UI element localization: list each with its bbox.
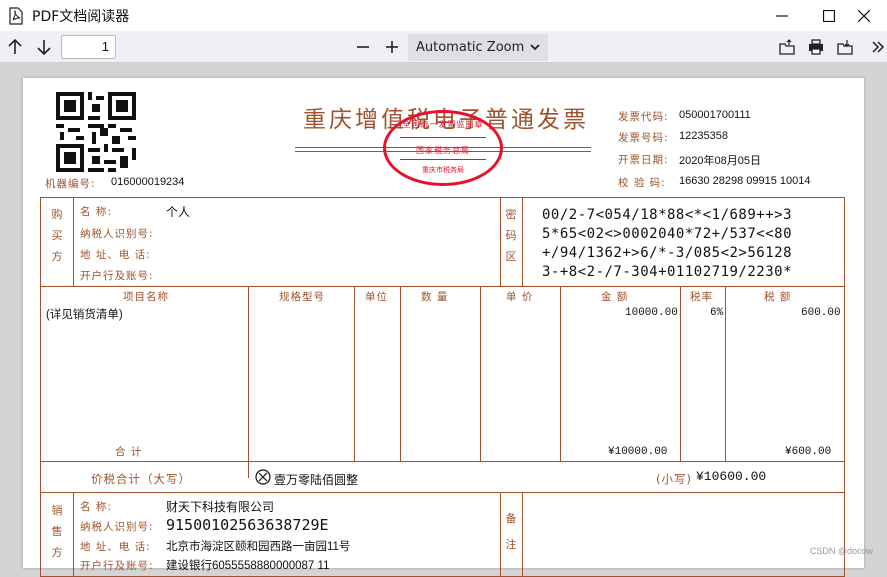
buyer-name-label: 名 称: xyxy=(80,206,112,218)
plus-icon xyxy=(386,41,398,53)
buyer-section-label: 购买方 xyxy=(51,208,63,263)
arrow-down-icon xyxy=(37,40,51,55)
previous-page-button[interactable] xyxy=(3,35,27,59)
next-page-button[interactable] xyxy=(32,35,56,59)
issue-date-label: 开票日期: xyxy=(618,154,669,166)
seller-name: 财天下科技有限公司 xyxy=(166,500,275,514)
col-amount: 金 额 xyxy=(601,291,629,303)
page-number-input[interactable]: 1 xyxy=(61,35,116,59)
printer-icon xyxy=(809,39,823,55)
invoice-number: 12235358 xyxy=(679,130,728,142)
cipher-area: 00/2-7<054/18*88<*<1/689++>3 5*65<02<>00… xyxy=(542,207,793,280)
open-file-button[interactable] xyxy=(775,35,799,59)
remark-section-label: 备注 xyxy=(505,512,517,551)
qr-code-image xyxy=(56,92,136,172)
sum-small-label: (小写) xyxy=(656,472,692,486)
watermark: CSDN @docow xyxy=(809,546,873,556)
download-icon xyxy=(837,40,853,55)
col-quantity: 数 量 xyxy=(421,291,449,303)
sum-in-words: 壹万零陆佰圆整 xyxy=(274,473,359,487)
zoom-out-button[interactable] xyxy=(351,35,375,59)
buyer-taxid-label: 纳税人识别号: xyxy=(80,228,154,240)
buyer-name: 个人 xyxy=(166,205,191,219)
machine-number-label: 机器编号: xyxy=(45,178,96,190)
zoom-select-value: Automatic Zoom xyxy=(416,40,525,55)
col-tax-amount: 税 额 xyxy=(764,291,792,303)
zoom-in-button[interactable] xyxy=(380,35,404,59)
seller-taxid: 91500102563638729E xyxy=(166,516,329,534)
total-tax: ¥600.00 xyxy=(785,446,832,458)
check-code-label: 校 验 码: xyxy=(618,177,666,189)
buyer-bank-label: 开户行及账号: xyxy=(80,270,154,282)
col-item-name: 项目名称 xyxy=(123,291,169,303)
total-label: 合 计 xyxy=(115,446,143,458)
minimize-button[interactable] xyxy=(759,0,805,31)
invoice-code: 050001700111 xyxy=(679,109,751,121)
window-title: PDF文档阅读器 xyxy=(32,9,130,25)
seller-address-label: 地 址、电 话: xyxy=(80,541,151,553)
cipher-section-label: 密码区 xyxy=(505,208,517,263)
check-code: 16630 28298 09915 10014 xyxy=(679,175,811,187)
item-tax: 600.00 xyxy=(801,307,841,319)
invoice-number-label: 发票号码: xyxy=(618,132,669,144)
print-button[interactable] xyxy=(804,35,828,59)
arrow-up-icon xyxy=(8,39,22,54)
seller-taxid-label: 纳税人识别号: xyxy=(80,521,154,533)
item-tax-rate: 6% xyxy=(710,307,724,319)
total-amount: ¥10000.00 xyxy=(608,446,668,458)
minimize-icon xyxy=(776,14,788,17)
save-button[interactable] xyxy=(833,35,857,59)
col-tax-rate: 税率 xyxy=(690,291,713,303)
minus-icon xyxy=(357,46,369,48)
issue-date: 2020年08月05日 xyxy=(679,155,761,167)
seller-bank-label: 开户行及账号: xyxy=(80,560,154,572)
machine-number: 016000019234 xyxy=(111,176,185,188)
pdf-page: 机器编号: 016000019234 重庆增值税电子普通发票 全国统一发票监制章… xyxy=(23,78,864,577)
chevron-down-icon xyxy=(530,44,540,51)
seller-address: 北京市海淀区颐和园西路一亩园11号 xyxy=(166,541,351,553)
double-chevron-right-icon xyxy=(872,41,885,53)
close-button[interactable] xyxy=(841,0,887,31)
col-spec: 规格型号 xyxy=(279,291,325,303)
title-bar: PDF文档阅读器 xyxy=(0,0,887,31)
sum-label: 价税合计（大写） xyxy=(91,472,191,486)
zoom-select[interactable]: Automatic Zoom xyxy=(408,34,548,61)
buyer-address-label: 地 址、电 话: xyxy=(80,249,151,261)
item-name: (详见销货清单) xyxy=(46,309,123,321)
seller-section-label: 销售方 xyxy=(51,504,63,559)
more-tools-button[interactable] xyxy=(866,35,887,59)
close-icon xyxy=(858,9,870,22)
col-unit: 单位 xyxy=(365,291,388,303)
document-viewer[interactable]: 机器编号: 016000019234 重庆增值税电子普通发票 全国统一发票监制章… xyxy=(0,64,887,577)
pdf-app-icon xyxy=(9,7,23,25)
seller-name-label: 名 称: xyxy=(80,501,112,513)
official-seal-stamp: 全国统一发票监制章 国家税务总局 重庆市税务局 xyxy=(383,110,503,186)
sum-small: ¥10600.00 xyxy=(696,469,767,484)
circle-x-icon xyxy=(255,469,271,485)
seller-bank: 建设银行6055558880000087 11 xyxy=(166,560,330,572)
maximize-icon xyxy=(823,9,835,22)
col-unit-price: 单 价 xyxy=(506,291,534,303)
open-file-icon xyxy=(779,39,795,55)
item-amount: 10000.00 xyxy=(625,307,678,319)
invoice-code-label: 发票代码: xyxy=(618,111,669,123)
